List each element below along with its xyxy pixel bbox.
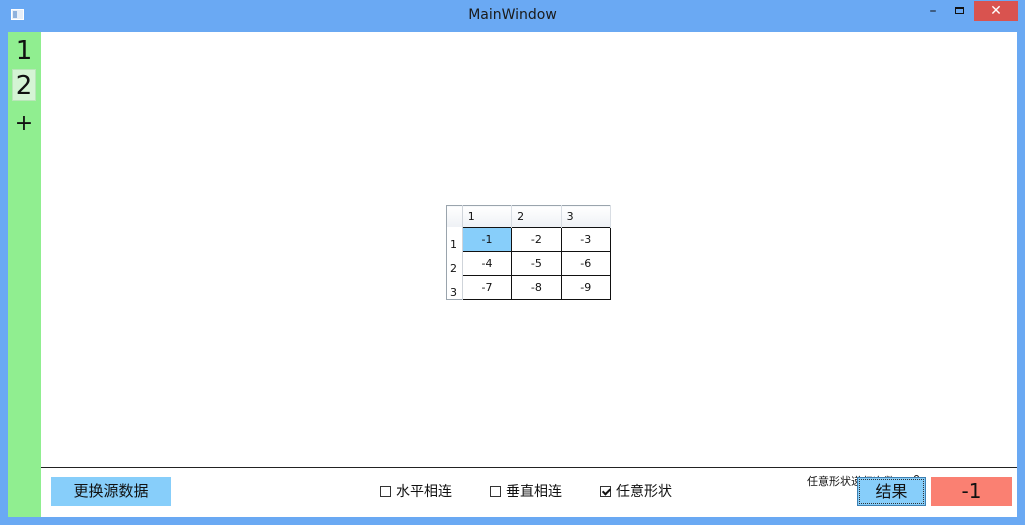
horizontal-checkbox-box[interactable] [380,486,391,497]
maximize-button[interactable] [948,4,972,22]
grid-header-row: 1 2 3 [446,205,612,227]
result-value: -1 [931,477,1012,506]
grid-cell[interactable]: -5 [511,250,562,276]
minimize-button[interactable]: – [921,4,945,22]
vertical-checkbox[interactable]: 垂直相连 [490,483,562,501]
grid-row: 2 -4 -5 -6 [446,250,612,276]
row-header[interactable]: 2 [446,251,463,275]
client-area: 1 2 + 1 2 3 1 -1 -2 -3 2 -4 -5 -6 3 -7 -… [8,32,1017,517]
grid-cell[interactable]: -4 [461,250,513,276]
add-page-button[interactable]: + [12,108,36,140]
row-header[interactable]: 1 [446,227,463,251]
change-data-button[interactable]: 更换源数据 [51,477,171,506]
column-header[interactable]: 1 [462,205,513,227]
grid-cell[interactable]: -8 [511,274,562,300]
row-header[interactable]: 3 [446,275,463,300]
vertical-checkbox-label: 垂直相连 [506,484,562,500]
grid-cell[interactable]: -3 [560,226,612,252]
column-header[interactable]: 2 [511,205,562,227]
data-grid[interactable]: 1 2 3 1 -1 -2 -3 2 -4 -5 -6 3 -7 -8 -9 [446,205,612,300]
any-shape-checkbox-label: 任意形状 [616,484,672,500]
grid-cell[interactable]: -6 [560,250,612,276]
column-header[interactable]: 3 [561,205,612,227]
any-shape-checkbox-box[interactable] [600,486,611,497]
any-shape-checkbox[interactable]: 任意形状 [600,483,672,501]
grid-cell[interactable]: -1 [461,226,513,252]
grid-row: 1 -1 -2 -3 [446,226,612,252]
grid-corner[interactable] [446,205,463,227]
page-sidebar: 1 2 + [8,32,41,517]
window-title: MainWindow [468,7,557,23]
horizontal-checkbox-label: 水平相连 [396,484,452,500]
grid-cell[interactable]: -2 [511,226,562,252]
page-tab-2[interactable]: 2 [12,69,36,101]
result-button[interactable]: 结果 [857,477,926,506]
page-tab-1[interactable]: 1 [12,35,36,67]
maximize-icon [955,7,964,14]
vertical-checkbox-box[interactable] [490,486,501,497]
grid-row: 3 -7 -8 -9 [446,274,612,300]
grid-cell[interactable]: -7 [461,274,513,300]
horizontal-checkbox[interactable]: 水平相连 [380,483,452,501]
main-window: MainWindow – ✕ 1 2 + 1 2 3 1 -1 -2 -3 2 … [0,0,1025,525]
main-panel: 1 2 3 1 -1 -2 -3 2 -4 -5 -6 3 -7 -8 -9 [41,32,1017,467]
grid-cell[interactable]: -9 [560,274,612,300]
divider [41,467,1017,468]
close-button[interactable]: ✕ [974,1,1018,21]
title-bar[interactable]: MainWindow – ✕ [0,0,1025,32]
